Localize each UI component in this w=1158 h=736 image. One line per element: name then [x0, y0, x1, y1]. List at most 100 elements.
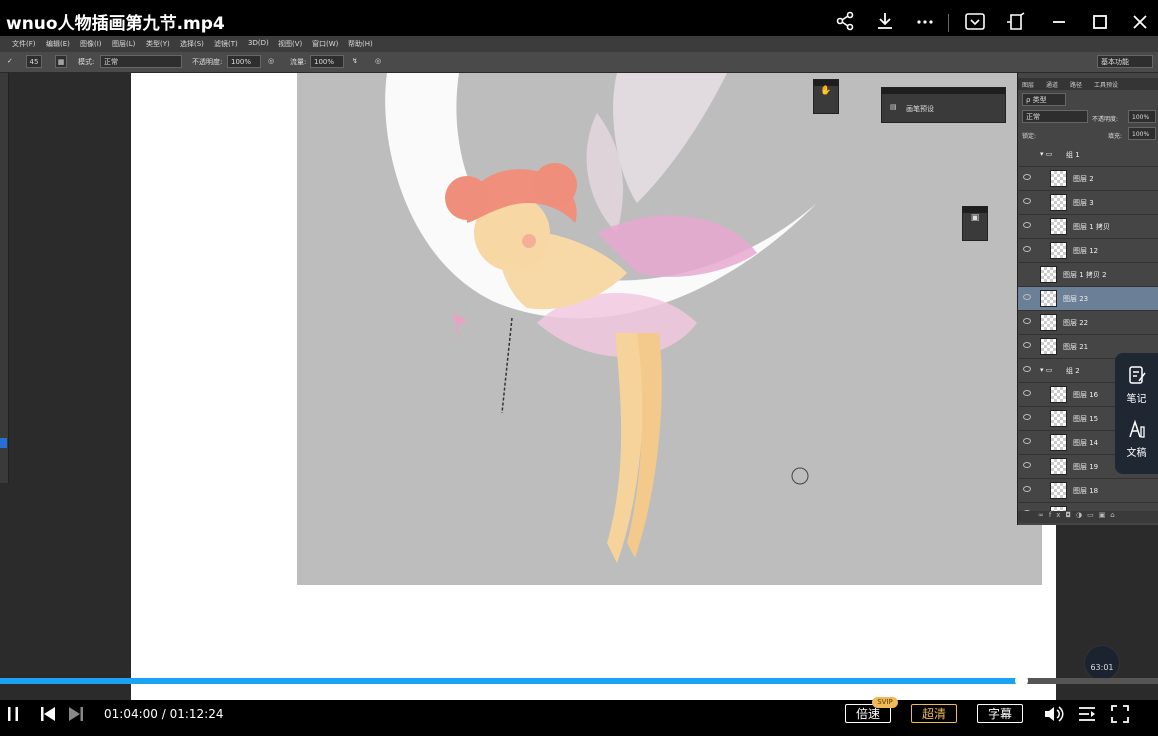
download-icon[interactable]	[874, 11, 896, 33]
visibility-eye-icon[interactable]	[1023, 270, 1031, 276]
visibility-eye-icon[interactable]	[1023, 150, 1031, 156]
layer-thumbnail	[1040, 314, 1057, 331]
ps-menu-image: 图像(I)	[80, 40, 102, 48]
layer-thumbnail	[1040, 290, 1057, 307]
pressure-size-icon: ◎	[375, 57, 382, 65]
layer-thumbnail	[1050, 434, 1067, 451]
previous-icon[interactable]	[40, 706, 56, 722]
visibility-eye-icon[interactable]	[1023, 462, 1031, 468]
more-icon[interactable]	[914, 11, 936, 33]
mode-label: 模式:	[78, 58, 95, 66]
visibility-eye-icon[interactable]	[1023, 294, 1031, 300]
folder-icon[interactable]: ▾ ▭	[1040, 366, 1052, 374]
layer-thumbnail	[1050, 170, 1067, 187]
layer-group-row[interactable]: ▾ ▭ 组 1	[1018, 143, 1158, 167]
visibility-eye-icon[interactable]	[1023, 174, 1031, 180]
ps-menu-bar: 文件(F) 编辑(E) 图像(I) 图层(L) 类型(Y) 选择(S) 滤镜(T…	[0, 36, 1158, 52]
ps-menu-help: 帮助(H)	[348, 40, 373, 48]
layer-row[interactable]: 图层 23	[1018, 287, 1158, 311]
visibility-eye-icon[interactable]	[1023, 198, 1031, 204]
close-icon[interactable]	[1129, 11, 1151, 33]
tab-tool-presets: 工具预设	[1094, 82, 1119, 89]
layer-name: 图层 3	[1073, 199, 1094, 207]
visibility-eye-icon[interactable]	[1023, 318, 1031, 324]
cast-icon[interactable]	[964, 11, 986, 33]
timer-badge[interactable]: 63:01	[1084, 645, 1120, 681]
foreground-color-swatch	[0, 438, 7, 448]
layer-name: 图层 18	[1073, 487, 1099, 495]
visibility-eye-icon[interactable]	[1023, 246, 1031, 252]
pause-icon[interactable]	[6, 706, 20, 722]
brush-tool-icon: ✓	[7, 57, 13, 65]
layer-row[interactable]: 图层 2	[1018, 167, 1158, 191]
layer-name: 图层 1 拷贝 2	[1063, 271, 1107, 279]
ps-menu-file: 文件(F)	[12, 40, 36, 48]
layer-name: 组 2	[1066, 367, 1080, 375]
layer-thumbnail	[1050, 218, 1067, 235]
mode-select: 正常	[100, 55, 182, 68]
progress-fill	[0, 678, 1022, 684]
visibility-eye-icon[interactable]	[1023, 222, 1031, 228]
playlist-icon[interactable]	[1077, 704, 1097, 724]
flow-label: 流量:	[290, 58, 307, 66]
layer-row[interactable]: 图层 3	[1018, 191, 1158, 215]
tab-paths: 路径	[1070, 82, 1083, 89]
visibility-eye-icon[interactable]	[1023, 414, 1031, 420]
visibility-eye-icon[interactable]	[1023, 366, 1031, 372]
visibility-eye-icon[interactable]	[1023, 390, 1031, 396]
layer-row[interactable]: 图层 12	[1018, 239, 1158, 263]
fullscreen-icon[interactable]	[1110, 704, 1130, 724]
next-icon[interactable]	[68, 706, 84, 722]
ps-options-bar: ✓ 45 ▦ 模式: 正常 不透明度: 100% ◎ 流量: 100% ↯ ◎ …	[0, 52, 1158, 73]
ps-menu-select: 选择(S)	[180, 40, 204, 48]
airbrush-icon: ↯	[352, 57, 358, 65]
notes-label[interactable]: 笔记	[1115, 390, 1158, 405]
share-icon[interactable]	[834, 11, 856, 33]
layer-row[interactable]: 图层 17	[1018, 503, 1158, 511]
pin-icon[interactable]	[1005, 11, 1027, 33]
fill-label: 填充:	[1108, 133, 1123, 140]
workspace-select: 基本功能	[1097, 55, 1153, 68]
image-icon: ▣	[970, 213, 980, 223]
brush-presets-title: 画笔预设	[906, 105, 934, 113]
layer-name: 图层 21	[1063, 343, 1089, 351]
quality-button[interactable]: 超清	[911, 704, 957, 723]
opacity-label: 不透明度:	[192, 58, 223, 66]
ps-menu-layer: 图层(L)	[112, 40, 136, 48]
doc-ai-icon[interactable]	[1127, 419, 1147, 439]
folder-icon[interactable]: ▾ ▭	[1040, 150, 1052, 158]
doc-label[interactable]: 文稿	[1115, 444, 1158, 459]
ps-menu-type: 类型(Y)	[146, 40, 170, 48]
video-title: wnuo人物插画第九节.mp4	[6, 14, 225, 34]
notes-icon[interactable]	[1127, 365, 1147, 385]
volume-icon[interactable]	[1043, 704, 1065, 724]
layer-name: 图层 15	[1073, 415, 1099, 423]
svip-badge: SVIP	[872, 697, 898, 708]
layer-row[interactable]: 图层 1 拷贝	[1018, 215, 1158, 239]
maximize-icon[interactable]	[1089, 11, 1111, 33]
toolbar-divider	[948, 14, 949, 32]
layer-name: 图层 2	[1073, 175, 1094, 183]
artboard	[297, 73, 1042, 585]
ps-tools-bar	[0, 73, 9, 483]
layer-name: 图层 12	[1073, 247, 1099, 255]
opacity-box: 100%	[227, 55, 261, 68]
layer-row[interactable]: 图层 1 拷贝 2	[1018, 263, 1158, 287]
layer-blend-mode: 正常	[1022, 110, 1088, 123]
layer-row[interactable]: 图层 22	[1018, 311, 1158, 335]
side-tools-widget: 笔记 文稿	[1115, 353, 1158, 474]
subtitle-button[interactable]: 字幕	[977, 704, 1023, 723]
layer-name: 图层 14	[1073, 439, 1099, 447]
visibility-eye-icon[interactable]	[1023, 438, 1031, 444]
ps-menu-window: 窗口(W)	[312, 40, 339, 48]
layer-kind-filter: ρ 类型	[1022, 93, 1066, 106]
visibility-eye-icon[interactable]	[1023, 486, 1031, 492]
tab-layers: 图层	[1022, 82, 1035, 89]
lock-label: 锁定:	[1022, 133, 1037, 140]
layer-opacity-label: 不透明度:	[1092, 116, 1119, 123]
video-frame[interactable]: 文件(F) 编辑(E) 图像(I) 图层(L) 类型(Y) 选择(S) 滤镜(T…	[0, 36, 1158, 700]
layer-row[interactable]: 图层 18	[1018, 479, 1158, 503]
visibility-eye-icon[interactable]	[1023, 342, 1031, 348]
time-display: 01:04:00 / 01:12:24	[104, 707, 224, 721]
minimize-icon[interactable]	[1048, 11, 1070, 33]
